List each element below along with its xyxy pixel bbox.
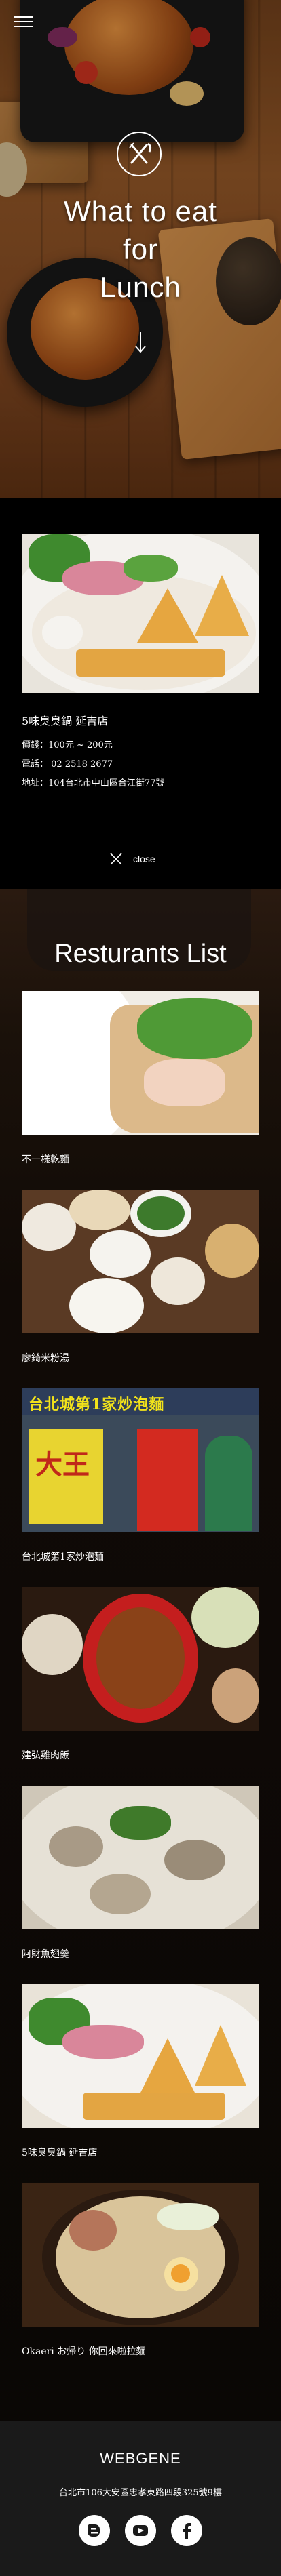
restaurant-name: 台北城第1家炒泡麵	[22, 1552, 104, 1563]
restaurant-name: 阿財魚翅羹	[22, 1949, 69, 1960]
restaurant-card[interactable]: 廖錡米粉湯	[22, 1190, 259, 1365]
close-label: close	[133, 853, 155, 864]
hero-title: What to eat for Lunch	[0, 193, 281, 306]
close-icon	[110, 853, 122, 865]
youtube-icon[interactable]	[125, 2515, 156, 2546]
featured-details: 5味臭臭鍋 延吉店 價錢：100元 ~ 200元 電話： 02 2518 267…	[22, 712, 266, 794]
restaurant-name: 廖錡米粉湯	[22, 1353, 69, 1364]
restaurant-name: 建弘雞肉飯	[22, 1750, 69, 1761]
featured-address: 地址：104台北市中山區合江街77號	[22, 778, 165, 788]
blogger-icon[interactable]	[79, 2515, 110, 2546]
close-button[interactable]: close	[109, 851, 155, 866]
restaurant-card[interactable]: 不一樣乾麵	[22, 991, 259, 1166]
restaurant-card[interactable]: Okaeri お帰り 你回來啦拉麵	[22, 2183, 259, 2358]
hero-title-line: Lunch	[100, 271, 181, 303]
hero-title-line: for	[122, 233, 158, 265]
featured-phone: 電話： 02 2518 2677	[22, 759, 113, 769]
arrow-down-icon[interactable]	[134, 331, 147, 357]
footer: WEBGENE 台北市106大安區忠孝東路四段325號9樓	[0, 2421, 281, 2576]
restaurant-name: 不一樣乾麵	[22, 1154, 69, 1165]
hamburger-menu-icon[interactable]	[14, 16, 33, 31]
hero-title-line: What to eat	[64, 195, 217, 227]
restaurant-photo: 台北城第1家炒泡麵 大王	[22, 1388, 259, 1532]
featured-photo	[22, 534, 259, 693]
restaurant-card[interactable]: 5味臭臭鍋 延吉店	[22, 1984, 259, 2159]
footer-address: 台北市106大安區忠孝東路四段325號9樓	[59, 2488, 222, 2498]
restaurant-photo	[22, 1190, 259, 1333]
restaurant-name: Okaeri お帰り 你回來啦拉麵	[22, 2346, 146, 2357]
shop-sign: 台北城第1家炒泡麵	[29, 1396, 165, 1413]
restaurant-photo	[22, 1587, 259, 1731]
facebook-icon[interactable]	[171, 2515, 202, 2546]
restaurant-photo	[22, 991, 259, 1135]
restaurant-photo	[22, 2183, 259, 2327]
featured-price: 價錢：100元 ~ 200元	[22, 740, 113, 750]
restaurant-card[interactable]: 阿財魚翅羹	[22, 1786, 259, 1960]
shop-sign-big: 大王	[35, 1449, 90, 1481]
footer-brand: WEBGENE	[100, 2450, 181, 2467]
restaurant-card[interactable]: 建弘雞肉飯	[22, 1587, 259, 1762]
restaurant-photo	[22, 1984, 259, 2128]
restaurant-name: 5味臭臭鍋 延吉店	[22, 2148, 98, 2158]
featured-name: 5味臭臭鍋 延吉店	[22, 715, 109, 727]
restaurant-photo	[22, 1786, 259, 1929]
restaurant-card[interactable]: 台北城第1家炒泡麵 大王 台北城第1家炒泡麵	[22, 1388, 259, 1563]
hero-section: What to eat for Lunch	[0, 0, 281, 498]
list-title: Resturants List	[54, 940, 227, 968]
fork-knife-logo-icon	[117, 132, 162, 176]
